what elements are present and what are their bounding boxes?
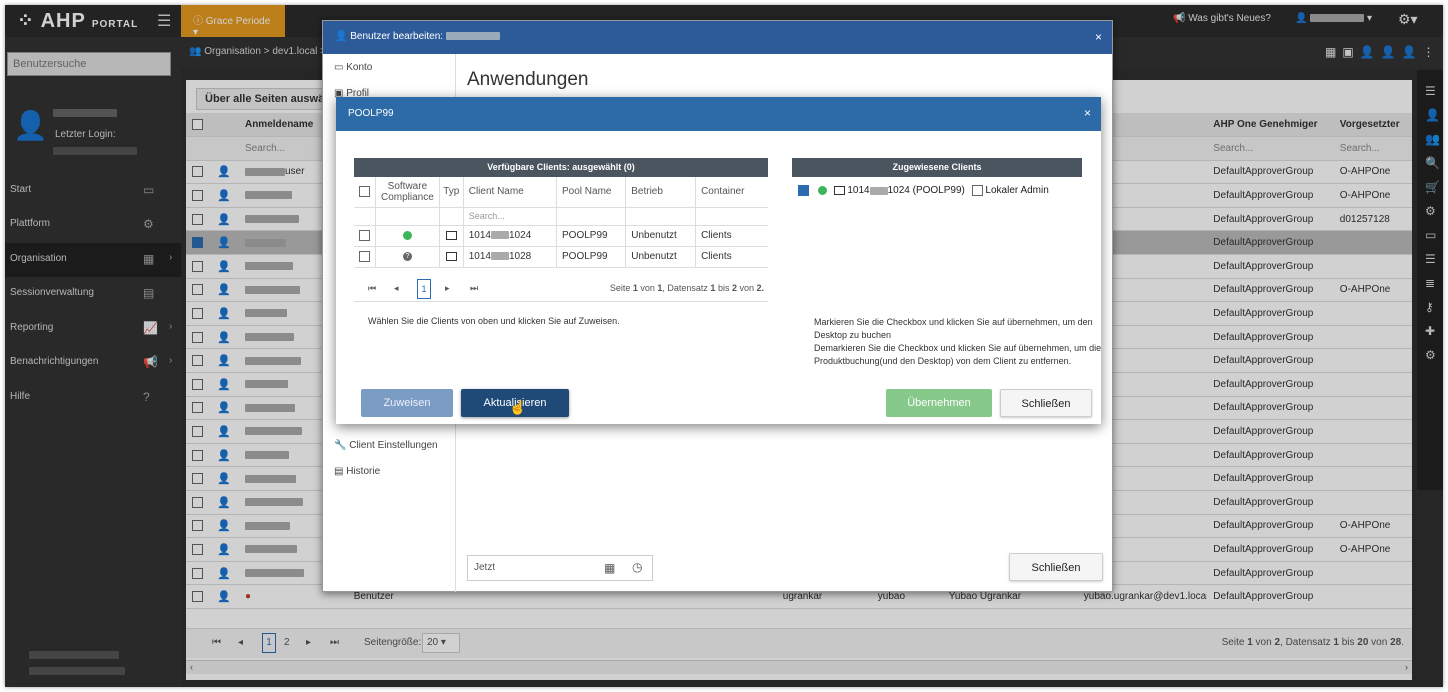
nav-client-einstellungen[interactable]: 🔧 Client Einstellungen — [334, 440, 438, 451]
date-value: Jetzt — [474, 562, 496, 573]
type-cell — [439, 225, 464, 247]
table-header: Software Compliance Typ Client Name Pool … — [354, 177, 768, 208]
pool-dialog-header: POOLP99 × — [336, 97, 1101, 131]
apply-hint-line-1: Markieren Sie die Checkbox und klicken S… — [814, 317, 1093, 340]
compliance-cell — [375, 225, 440, 247]
apply-hint-line-2: Demarkieren Sie die Checkbox und klicken… — [814, 343, 1102, 366]
client-search-row: Search... — [354, 207, 768, 226]
available-clients-table: Software Compliance Typ Client Name Pool … — [354, 177, 768, 268]
desktop-icon — [833, 186, 845, 195]
client-name-cell: 1014 1024 — [463, 225, 558, 247]
nav-label: Client Einstellungen — [349, 440, 438, 451]
apply-button[interactable]: Übernehmen — [886, 389, 992, 417]
client-row[interactable]: ? 1014 1028 POOLP99 Unbenutzt Clients — [354, 246, 768, 268]
page-1-button[interactable]: 1 — [417, 279, 431, 299]
search-spacer — [695, 207, 768, 226]
pool-dialog-title: POOLP99 — [348, 108, 394, 119]
status-ok-icon — [402, 230, 412, 240]
nav-label: Konto — [346, 62, 373, 73]
status-ok-icon — [817, 186, 827, 195]
search-spacer — [439, 207, 464, 226]
apply-hint: Markieren Sie die Checkbox und klicken S… — [814, 316, 1104, 368]
header-checkbox-cell — [354, 177, 376, 208]
container-cell: Clients — [695, 246, 768, 268]
column-header-betrieb[interactable]: Betrieb — [625, 177, 697, 208]
search-spacer — [375, 207, 440, 226]
status-unknown-icon: ? — [402, 251, 412, 261]
client-pager: ⏮ ◂ 1 ▸ ⏭ Seite 1 von 1, Datensatz 1 bis… — [354, 276, 768, 302]
first-page-icon[interactable]: ⏮ — [368, 283, 376, 294]
last-page-icon[interactable]: ⏭ — [470, 283, 478, 294]
close-button[interactable]: Schließen — [1000, 389, 1092, 417]
desktop-icon — [445, 230, 457, 240]
edit-user-dialog-title: Benutzer bearbeiten: — [350, 31, 444, 42]
assigned-clients-header: Zugewiesene Clients — [792, 158, 1082, 177]
page-title: Anwendungen — [467, 69, 589, 90]
search-spacer — [354, 207, 376, 226]
search-spacer — [556, 207, 627, 226]
client-checkbox-cell — [354, 225, 376, 247]
mouse-cursor-icon: ☝ — [509, 399, 527, 415]
card-icon: ▭ — [334, 62, 344, 73]
close-icon[interactable]: × — [1095, 30, 1102, 44]
redacted — [869, 186, 888, 195]
clock-icon[interactable]: ◷ — [632, 560, 642, 574]
user-icon: 👤 — [335, 31, 348, 42]
client-search-input[interactable]: Search... — [463, 207, 558, 226]
client-row[interactable]: 1014 1024 POOLP99 Unbenutzt Clients — [354, 225, 768, 247]
client-checkbox-cell — [354, 246, 376, 268]
date-field[interactable]: Jetzt ▦ ◷ — [467, 555, 653, 581]
available-clients-header: Verfügbare Clients: ausgewählt (0) — [354, 158, 768, 177]
redacted — [490, 252, 509, 261]
column-header-compliance[interactable]: Software Compliance — [375, 177, 440, 208]
assigned-client-row: 1014 1024 (POOLP99) Lokaler Admin — [798, 185, 1049, 196]
column-header-container[interactable]: Container — [695, 177, 768, 208]
assign-button[interactable]: Zuweisen — [361, 389, 453, 417]
column-header-client[interactable]: Client Name — [463, 177, 558, 208]
client-checkbox[interactable] — [359, 229, 370, 241]
prev-page-icon[interactable]: ◂ — [394, 283, 399, 294]
desktop-icon — [445, 251, 457, 261]
local-admin-label: Lokaler Admin — [985, 185, 1049, 197]
column-header-pool[interactable]: Pool Name — [556, 177, 627, 208]
wrench-icon: 🔧 — [334, 440, 347, 451]
client-name-cell: 1014 1028 — [463, 246, 558, 268]
pool-name-cell: POOLP99 — [556, 225, 627, 247]
assigned-client-checkbox[interactable] — [798, 185, 809, 196]
username-redacted — [445, 32, 500, 41]
type-cell — [439, 246, 464, 268]
redacted — [490, 231, 509, 240]
next-page-icon[interactable]: ▸ — [445, 283, 450, 294]
assigned-client-prefix: 1014 — [847, 185, 870, 197]
betrieb-cell: Unbenutzt — [625, 246, 697, 268]
pool-name-cell: POOLP99 — [556, 246, 627, 268]
edit-user-dialog-header: 👤 Benutzer bearbeiten: × — [323, 21, 1112, 54]
betrieb-cell: Unbenutzt — [625, 225, 697, 247]
close-icon[interactable]: × — [1084, 106, 1091, 120]
nav-historie[interactable]: ▤ Historie — [334, 466, 380, 477]
local-admin-checkbox[interactable] — [971, 185, 983, 196]
select-all-clients-checkbox[interactable] — [359, 186, 370, 198]
column-header-typ[interactable]: Typ — [439, 177, 464, 208]
assign-hint: Wählen Sie die Clients von oben und klic… — [368, 316, 620, 326]
close-button[interactable]: Schließen — [1009, 553, 1103, 581]
compliance-cell: ? — [375, 246, 440, 268]
pool-dialog: POOLP99 × Verfügbare Clients: ausgewählt… — [336, 97, 1101, 424]
assigned-client-name: 1024 (POOLP99) — [887, 185, 965, 197]
client-pager-summary: Seite 1 von 1, Datensatz 1 bis 2 von 2. — [609, 283, 764, 293]
calendar-icon[interactable]: ▦ — [604, 561, 615, 575]
history-icon: ▤ — [334, 466, 344, 477]
client-checkbox[interactable] — [359, 250, 370, 262]
nav-konto[interactable]: ▭ Konto — [334, 62, 372, 73]
search-spacer — [625, 207, 697, 226]
container-cell: Clients — [695, 225, 768, 247]
nav-label: Historie — [346, 466, 381, 477]
app-frame: ⁘ AHP PORTAL ☰ ⓘ Grace Periode ▾ 📢 Was gi… — [5, 5, 1443, 687]
